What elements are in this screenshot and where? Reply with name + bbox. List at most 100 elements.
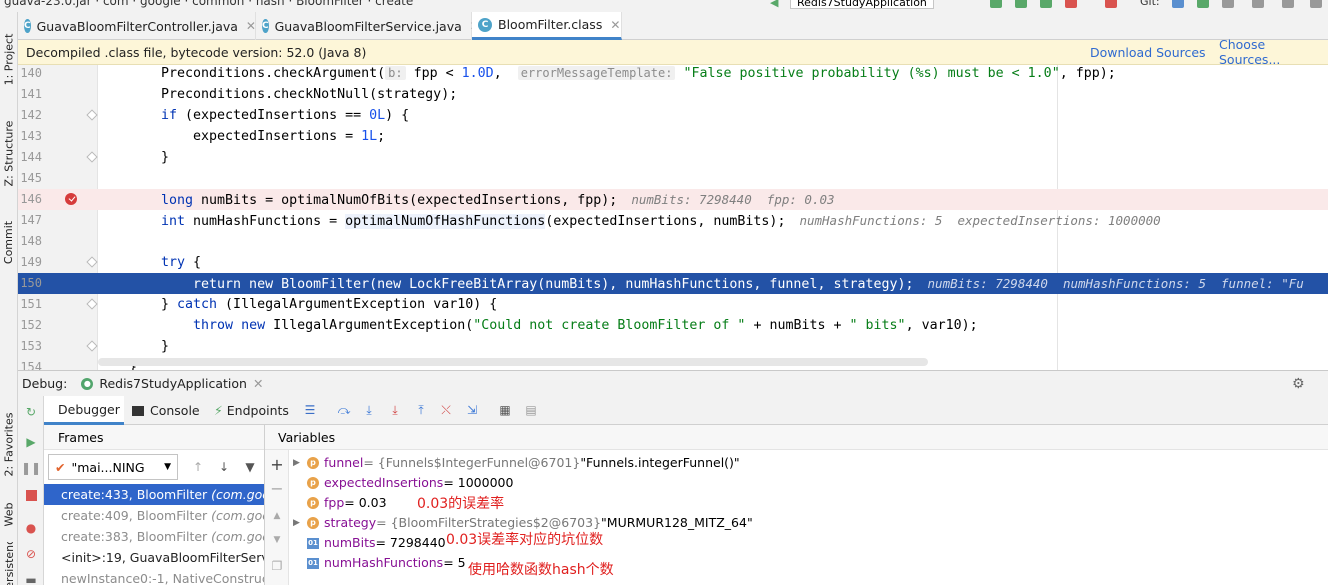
fold-marker-icon[interactable] [86, 256, 98, 268]
fold-marker-icon[interactable] [86, 109, 98, 121]
frame-row[interactable]: create:409, BloomFilter (com.googl [44, 505, 264, 526]
arrow-down-icon[interactable]: ↓ [216, 459, 232, 475]
fold-marker-icon[interactable] [86, 298, 98, 310]
vcs-update-icon[interactable] [1172, 0, 1184, 8]
mute-breakpoints-icon[interactable]: ⊘ [23, 546, 39, 562]
layout-menu-icon[interactable]: ☰ [302, 402, 318, 418]
step-over-icon[interactable]: ⤓ [361, 402, 377, 418]
move-up-icon[interactable]: ▲ [269, 508, 285, 524]
tab-endpoints[interactable]: ⚡ Endpoints [214, 396, 304, 425]
arrow-up-icon[interactable]: ↑ [190, 459, 206, 475]
search-everywhere-icon[interactable] [1282, 0, 1294, 8]
git-label[interactable]: Git: [1140, 0, 1160, 8]
add-watch-icon[interactable]: + [269, 455, 285, 474]
structure-tool-tab[interactable]: Z: Structure [0, 112, 18, 194]
frame-row[interactable]: newInstance0:-1, NativeConstructor [44, 568, 264, 585]
tab-console[interactable]: Console [132, 396, 207, 425]
frame-row[interactable]: <init>:19, GuavaBloomFilterService [44, 547, 264, 568]
persistence-tool-tab[interactable]: Persistence [0, 542, 18, 585]
evaluate-expression-icon[interactable]: ▦ [497, 402, 513, 418]
expand-arrow-icon[interactable]: ▶ [293, 453, 307, 473]
code-line-151[interactable]: 151 } catch (IllegalArgumentException va… [18, 294, 1328, 315]
camera-icon[interactable]: ▬ [23, 572, 39, 585]
variable-row-fpp[interactable]: p fpp = 0.03 [293, 493, 387, 513]
drop-frame-icon[interactable]: ⤬ [438, 402, 454, 418]
line-number: 150 [20, 276, 42, 290]
gear-icon[interactable]: ⚙ [1292, 376, 1305, 392]
code-line-148[interactable]: 148 [18, 231, 1328, 252]
view-breakpoints-icon[interactable]: ● [23, 520, 39, 536]
code-line-140[interactable]: 140 Preconditions.checkArgument(b: fpp <… [18, 65, 1328, 84]
fold-marker-icon[interactable] [86, 151, 98, 163]
rollback-icon[interactable] [1252, 0, 1264, 8]
favorites-tool-tab[interactable]: 2: Favorites [0, 404, 18, 484]
history-icon[interactable] [1222, 0, 1234, 8]
coverage-icon[interactable] [1040, 0, 1052, 8]
duplicate-watch-icon[interactable]: ❐ [269, 558, 285, 574]
code-text: try { [161, 255, 202, 270]
expand-arrow-icon[interactable]: ▶ [293, 513, 307, 533]
run-to-cursor-icon[interactable]: ⇲ [464, 402, 480, 418]
project-tool-tab[interactable]: 1: Project [0, 24, 18, 94]
filter-icon[interactable]: ▼ [242, 459, 258, 475]
download-sources-link[interactable]: Download Sources [1090, 45, 1206, 60]
commit-tool-tab[interactable]: Commit [0, 212, 18, 272]
code-line-152[interactable]: 152 throw new IllegalArgumentException("… [18, 315, 1328, 336]
pause-icon[interactable]: ❚❚ [21, 460, 41, 476]
run-icon[interactable]: ◀ [770, 0, 782, 9]
thread-select[interactable]: ✔ "mai...NING ▼ [48, 454, 178, 480]
code-line-141[interactable]: 141 Preconditions.checkNotNull(strategy)… [18, 84, 1328, 105]
variable-row-expected-insertions[interactable]: p expectedInsertions = 1000000 [293, 473, 513, 493]
debug-label: Debug: [22, 376, 68, 391]
resume-icon[interactable]: ▶ [23, 434, 39, 450]
tab-guava-bloom-filter-controller[interactable]: C GuavaBloomFilterController.java ✕ [18, 12, 256, 40]
line-number: 141 [20, 87, 42, 101]
variable-row-num-bits[interactable]: 01 numBits = 7298440 [293, 533, 446, 553]
code-line-144[interactable]: 144 } [18, 147, 1328, 168]
close-icon[interactable]: ✕ [253, 376, 263, 391]
variable-row-num-hash-functions[interactable]: 01 numHashFunctions = 5 [293, 553, 466, 573]
code-line-146[interactable]: 146 long numBits = optimalNumOfBits(expe… [18, 189, 1328, 210]
tab-guava-bloom-filter-service[interactable]: C GuavaBloomFilterService.java ✕ [256, 12, 480, 40]
code-text: return new BloomFilter(new LockFreeBitAr… [161, 276, 1304, 292]
frame-row[interactable]: create:383, BloomFilter (com.googl [44, 526, 264, 547]
fold-marker-icon[interactable] [86, 340, 98, 352]
frame-row[interactable]: create:433, BloomFilter (com.googl [44, 484, 264, 505]
remove-watch-icon[interactable]: − [269, 479, 285, 498]
settings-icon[interactable] [1310, 0, 1322, 8]
code-line-145[interactable]: 145 [18, 168, 1328, 189]
variable-row-funnel[interactable]: ▶ p funnel = {Funnels$IntegerFunnel@6701… [293, 453, 740, 473]
choose-sources-link[interactable]: Choose Sources... [1219, 37, 1328, 67]
run-config-select[interactable]: Redis7StudyApplication [790, 0, 934, 9]
close-icon[interactable]: ✕ [246, 19, 256, 33]
trace-stream-icon[interactable]: ▤ [523, 402, 539, 418]
rerun-icon[interactable]: ↻ [23, 404, 39, 420]
code-editor[interactable]: 140 Preconditions.checkArgument(b: fpp <… [18, 65, 1328, 370]
show-execution-point-icon[interactable]: ⤼ [336, 402, 352, 418]
breadcrumb[interactable]: guava-23.0.jar · com · google · common ·… [4, 0, 413, 8]
stop-icon[interactable] [1105, 0, 1117, 8]
step-out-icon[interactable]: ⤒ [413, 402, 429, 418]
step-into-icon[interactable]: ⤓ [387, 402, 403, 418]
vcs-commit-icon[interactable] [1197, 0, 1209, 8]
code-line-143[interactable]: 143 expectedInsertions = 1L; [18, 126, 1328, 147]
code-line-142[interactable]: 142 if (expectedInsertions == 0L) { [18, 105, 1328, 126]
debug-session-tab[interactable]: ● Redis7StudyApplication ✕ [81, 376, 263, 391]
profile-icon[interactable] [1065, 0, 1077, 8]
breakpoint-icon[interactable] [65, 193, 77, 205]
debug-button-icon[interactable] [1015, 0, 1027, 8]
stop-icon[interactable] [23, 487, 39, 503]
execution-point-line-150[interactable]: 150 return new BloomFilter(new LockFreeB… [18, 273, 1328, 294]
code-line-153[interactable]: 153 } [18, 336, 1328, 357]
horizontal-scrollbar[interactable] [98, 358, 928, 366]
variables-panel: Variables + − ▲ ▼ ❐ ▶ p funnel = {Funnel… [265, 425, 1328, 585]
tab-debugger[interactable]: Debugger [44, 396, 124, 425]
code-line-147[interactable]: 147 int numHashFunctions = optimalNumOfH… [18, 210, 1328, 231]
tab-bloom-filter-class[interactable]: C BloomFilter.class ✕ [472, 12, 622, 40]
code-line-149[interactable]: 149 try { [18, 252, 1328, 273]
move-down-icon[interactable]: ▼ [269, 532, 285, 548]
web-tool-tab[interactable]: Web [0, 492, 18, 536]
run-button-icon[interactable] [990, 0, 1002, 8]
close-icon[interactable]: ✕ [610, 18, 620, 32]
code-text: throw new IllegalArgumentException("Coul… [193, 318, 978, 333]
